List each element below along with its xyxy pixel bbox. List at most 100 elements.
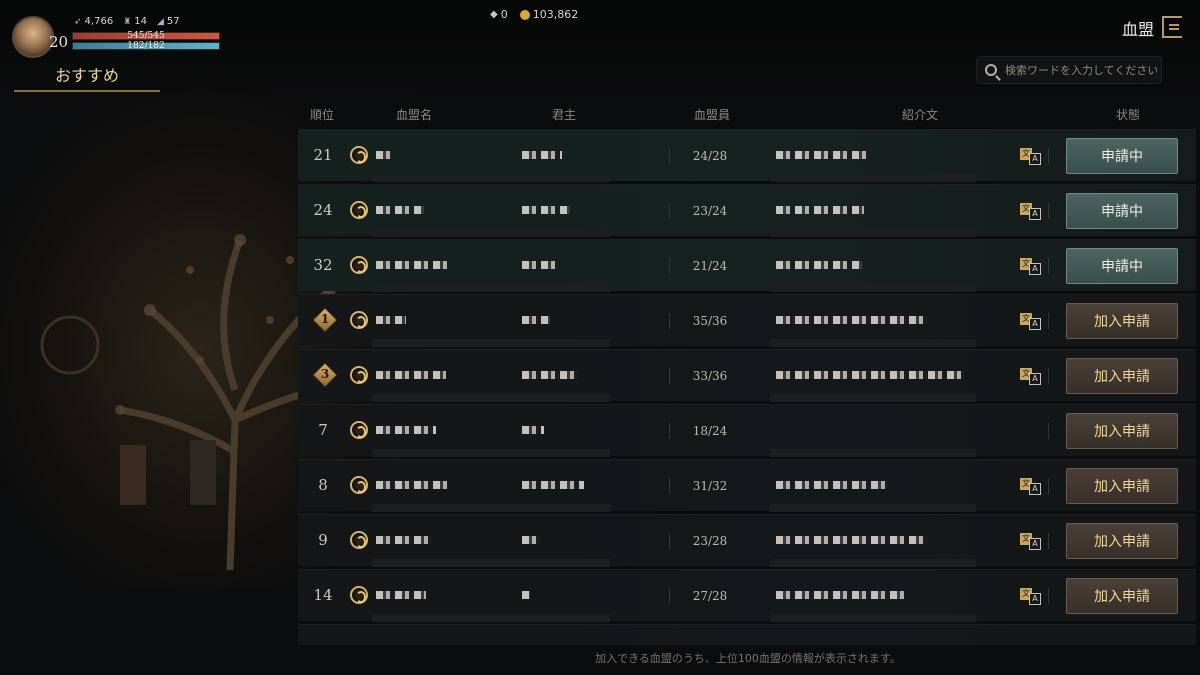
defense-stat: ♜ 14	[123, 16, 147, 27]
member-count: 27/28	[692, 589, 728, 603]
feather-icon: ➶	[74, 16, 82, 27]
intro-text-censored	[776, 261, 862, 269]
translate-icon[interactable]: 文A	[1020, 533, 1042, 551]
translate-icon[interactable]: 文A	[1020, 368, 1042, 386]
exit-icon[interactable]	[1162, 16, 1182, 38]
power-stat: ➶ 4,766	[74, 16, 114, 27]
translate-icon[interactable]: 文A	[1020, 478, 1042, 496]
censor-block	[770, 449, 976, 457]
clan-row[interactable]: 32 21/24 文 A 申請中	[298, 239, 1196, 292]
join-request-button[interactable]: 加入申請	[1066, 468, 1178, 504]
join-request-button[interactable]: 加入申請	[1066, 413, 1178, 449]
intro-text-censored	[776, 371, 964, 379]
column-divider	[1048, 588, 1049, 604]
censor-block	[372, 174, 610, 182]
translate-icon[interactable]: 文A	[1020, 148, 1042, 166]
rank-number: 24	[313, 201, 333, 219]
gem-count: ◆ 0	[490, 8, 508, 21]
lord-name-censored	[522, 151, 562, 159]
translate-target-icon: A	[1029, 153, 1041, 165]
member-count: 31/32	[692, 479, 728, 493]
member-count: 23/28	[692, 534, 728, 548]
member-count: 33/36	[692, 369, 728, 383]
translate-icon[interactable]: 文A	[1020, 588, 1042, 606]
rank-number: 32	[313, 256, 333, 274]
lord-name-censored	[522, 261, 558, 269]
player-avatar[interactable]	[12, 16, 54, 58]
wing-icon: ◢	[157, 16, 164, 27]
translate-icon[interactable]: 文A	[1020, 203, 1042, 221]
join-request-button[interactable]: 加入申請	[1066, 523, 1178, 559]
clan-crest-icon	[350, 201, 368, 219]
clan-row[interactable]: 1 35/36 文 A 加入申請	[298, 294, 1196, 347]
translate-icon[interactable]: 文A	[1020, 258, 1042, 276]
intro-text-censored	[776, 316, 928, 324]
intro-text-censored	[776, 481, 888, 489]
column-status: 状態	[1116, 108, 1141, 122]
clan-row[interactable]: 7 18/24 加入申請	[298, 404, 1196, 457]
rank-number: 9	[318, 531, 328, 549]
column-name: 血盟名	[396, 108, 433, 122]
pending-request-button[interactable]: 申請中	[1066, 248, 1178, 284]
join-request-button[interactable]: 加入申請	[1066, 578, 1178, 614]
clan-row[interactable]: 3 33/36 文 A 加入申請	[298, 349, 1196, 402]
table-header: 順位 血盟名 君主 血盟員 紹介文 状態	[298, 106, 1196, 124]
clan-crest-icon	[350, 586, 368, 604]
mp-value: 182/182	[127, 41, 165, 51]
translate-target-icon: A	[1029, 208, 1041, 220]
rank-number: 21	[313, 146, 333, 164]
censor-block	[372, 559, 610, 567]
speed-stat: ◢ 57	[157, 16, 180, 27]
column-intro: 紹介文	[902, 108, 939, 122]
mp-bar: 182/182	[72, 41, 220, 51]
join-request-button[interactable]: 加入申請	[1066, 358, 1178, 394]
rank-badge: 1	[312, 307, 338, 333]
translate-icon[interactable]: 文A	[1020, 313, 1042, 331]
clan-row[interactable]: 8 31/32 文 A 加入申請	[298, 459, 1196, 512]
clan-crest-icon	[350, 311, 368, 329]
censor-block	[770, 504, 976, 512]
censor-block	[770, 394, 976, 402]
pending-request-button[interactable]: 申請中	[1066, 138, 1178, 174]
column-divider	[1048, 203, 1049, 219]
currency-display: ◆ 0 103,862	[490, 8, 578, 21]
translate-target-icon: A	[1029, 538, 1041, 550]
clan-list: 21 24/28 文 A 申請中 24 23/24 文 A 申請中 32 21/24 文 A 申請中 1 35/…	[298, 129, 1196, 645]
clan-name-censored	[376, 261, 450, 269]
lord-name-censored	[522, 591, 530, 599]
censor-block	[372, 339, 610, 347]
search-icon[interactable]	[985, 64, 997, 76]
censor-block	[770, 559, 976, 567]
page-title: 血盟	[1121, 20, 1154, 39]
search-input[interactable]	[1005, 63, 1157, 77]
lord-name-censored	[522, 536, 540, 544]
column-rank: 順位	[310, 108, 335, 122]
member-count: 24/28	[692, 149, 728, 163]
censor-block	[372, 504, 610, 512]
intro-text-censored	[776, 536, 928, 544]
join-request-button[interactable]: 加入申請	[1066, 303, 1178, 339]
tab-recommend[interactable]: おすすめ	[14, 62, 160, 92]
clan-name-censored	[376, 371, 446, 379]
clan-row[interactable]: 21 24/28 文 A 申請中	[298, 129, 1196, 182]
clan-name-censored	[376, 536, 432, 544]
search-box[interactable]	[976, 56, 1162, 84]
lord-name-censored	[522, 316, 550, 324]
rank-number: 7	[318, 421, 328, 439]
column-divider	[1048, 478, 1049, 494]
clan-crest-icon	[350, 366, 368, 384]
member-count: 18/24	[692, 424, 728, 438]
clan-row[interactable]: 24 23/24 文 A 申請中	[298, 184, 1196, 237]
hp-value: 545/545	[127, 31, 165, 41]
clan-crest-icon	[350, 476, 368, 494]
intro-text-censored	[776, 151, 868, 159]
clan-name-censored	[376, 316, 406, 324]
clan-row[interactable]: 9 23/28 文 A 加入申請	[298, 514, 1196, 567]
pending-request-button[interactable]: 申請中	[1066, 193, 1178, 229]
clan-row[interactable]: 14 27/28 文 A 加入申請	[298, 569, 1196, 622]
clan-crest-icon	[350, 146, 368, 164]
clan-row-partial[interactable]	[298, 624, 1196, 645]
censor-block	[372, 229, 610, 237]
rank-number: 8	[318, 476, 328, 494]
censor-block	[770, 339, 976, 347]
